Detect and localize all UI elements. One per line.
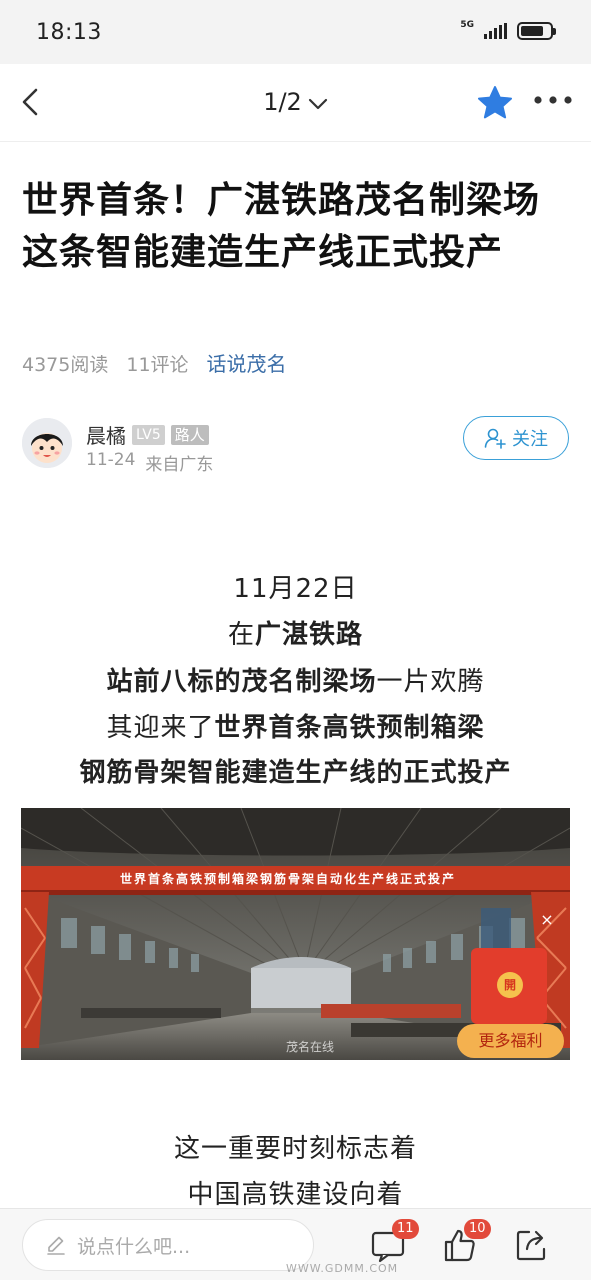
author-info: 晨橘 LV5 路人 (86, 420, 209, 449)
status-time: 18:13 (36, 20, 102, 45)
avatar-illustration-icon (22, 418, 72, 468)
battery-icon (517, 22, 556, 40)
post-date: 11-24 (86, 450, 136, 470)
comment-count-badge: 11 (392, 1219, 419, 1239)
share-icon (516, 1230, 546, 1261)
author-sub: 11-24 来自广东 (86, 450, 213, 475)
body-line: 这一重要时刻标志着 (173, 1134, 417, 1164)
like-count-badge: 10 (464, 1219, 491, 1239)
body-text: 其迎来了 (106, 713, 215, 743)
avatar[interactable] (22, 418, 72, 468)
favorite-button[interactable] (476, 84, 514, 122)
body-line: 其迎来了世界首条高铁预制箱梁 (0, 707, 591, 744)
topic-link[interactable]: 话说茂名 (207, 348, 287, 377)
role-badge: 路人 (170, 424, 209, 445)
body-bold-text: 广湛铁路 (255, 620, 364, 650)
comment-placeholder: 说点什么吧... (77, 1235, 191, 1258)
chevron-down-icon (308, 89, 328, 117)
post-location: 来自广东 (145, 455, 214, 475)
body-bold-text: 世界首条高铁预制箱梁 (214, 713, 485, 743)
more-options-button[interactable] (532, 90, 574, 110)
status-bar: 18:13 5G (0, 0, 591, 64)
comments-button[interactable]: 11 (370, 1219, 419, 1263)
site-watermark: WWW.GDMM.COM (286, 1262, 399, 1275)
comment-count-text[interactable]: 11评论 (126, 350, 188, 377)
body-line: 在广湛铁路 (0, 614, 591, 651)
body-text: 在 (227, 620, 255, 650)
read-count: 4375阅读 (22, 354, 109, 376)
author-name[interactable]: 晨橘 (86, 420, 126, 449)
promo-close-icon[interactable]: × (538, 911, 556, 929)
article-meta: 4375阅读 11评论 话说茂名 (22, 348, 287, 377)
body-bold-text: 站前八标的茂名制梁场 (106, 667, 377, 697)
article-title: 世界首条！广湛铁路茂名制梁场这条智能建造生产线正式投产 (22, 180, 541, 273)
red-packet-coin-icon: 開 (497, 972, 523, 998)
add-user-icon (484, 428, 506, 449)
red-packet-button[interactable]: 開 (471, 948, 547, 1024)
follow-label: 关注 (512, 429, 548, 450)
level-badge: LV5 (132, 424, 165, 445)
top-nav: 1/2 (0, 64, 591, 142)
image-watermark: 茂名在线 (286, 1040, 335, 1054)
body-line: 中国高铁建设向着 (187, 1180, 404, 1210)
signal-icon (484, 23, 507, 39)
star-icon (478, 86, 512, 119)
body-line: 钢筋骨架智能建造生产线的正式投产 (79, 758, 512, 788)
pencil-icon (47, 1236, 65, 1255)
more-benefits-button[interactable]: 更多福利 (457, 1024, 564, 1058)
image-banner-text: 世界首条高铁预制箱梁钢筋骨架自动化生产线正式投产 (119, 872, 456, 886)
comment-input[interactable]: 说点什么吧... (22, 1219, 314, 1271)
like-button[interactable]: 10 (442, 1219, 491, 1263)
page-indicator-label: 1/2 (263, 88, 302, 116)
status-indicators: 5G (460, 20, 556, 40)
body-text: 一片欢腾 (376, 667, 485, 697)
more-dots-icon (534, 96, 572, 104)
body-line: 11月22日 (233, 574, 358, 604)
share-button[interactable] (514, 1227, 550, 1263)
follow-button[interactable]: 关注 (463, 416, 569, 460)
body-line: 站前八标的茂名制梁场一片欢腾 (0, 661, 591, 698)
network-type-label: 5G (460, 20, 474, 30)
